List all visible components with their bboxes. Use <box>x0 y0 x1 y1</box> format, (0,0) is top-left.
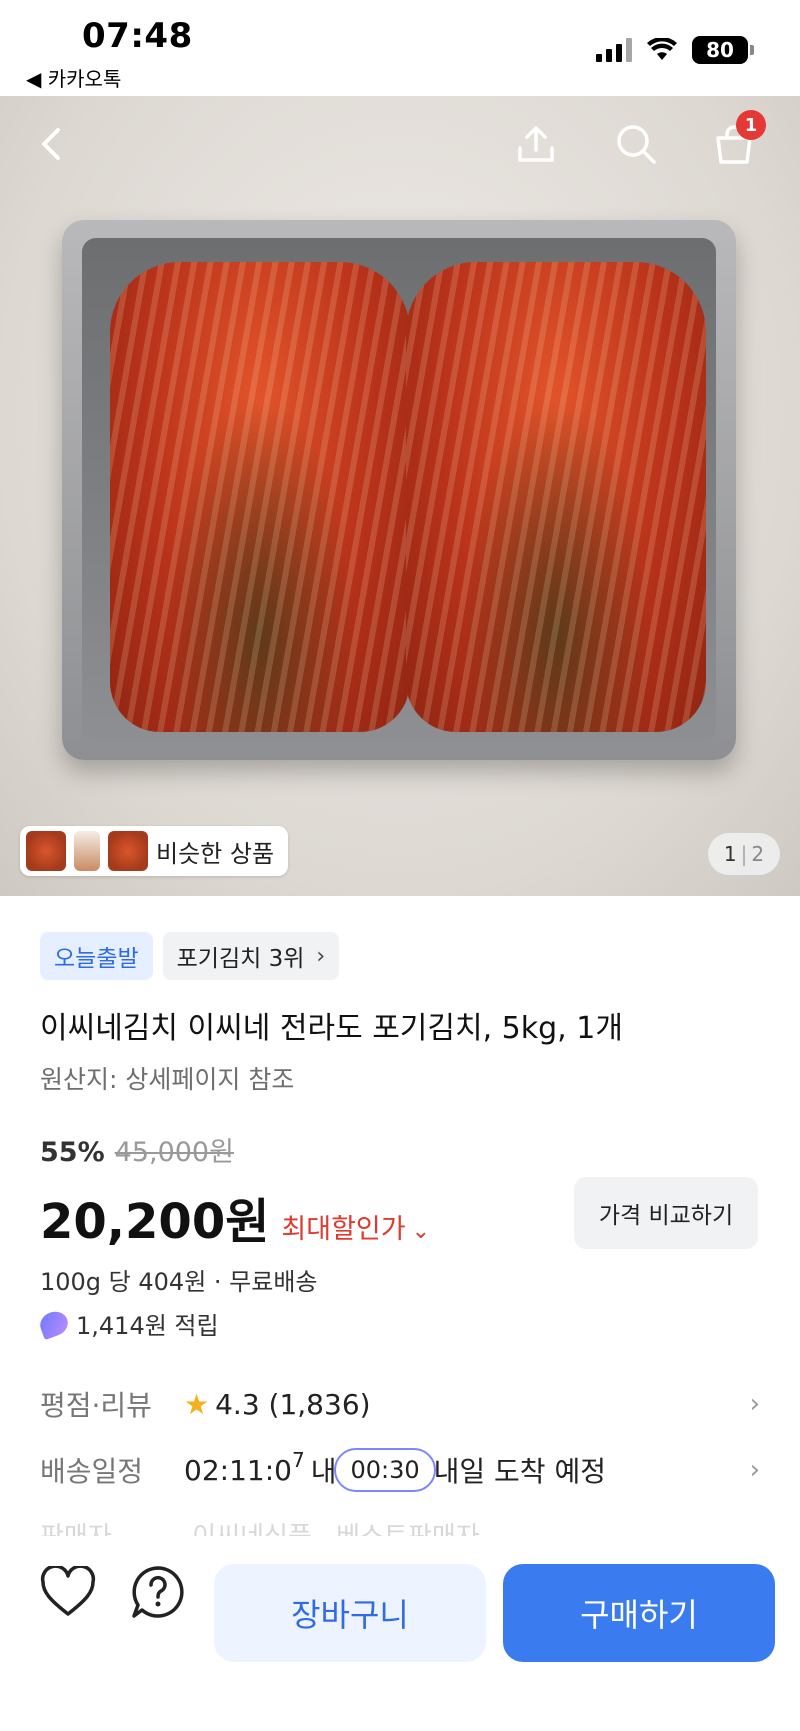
product-image <box>62 220 736 760</box>
delivery-countdown: 02:11:0 <box>184 1453 292 1487</box>
today-shipping-badge: 오늘출발 <box>40 932 153 980</box>
seller-row[interactable]: 판매자 이씨네식품 베스트판매자 <box>40 1516 760 1536</box>
points-row: 1,414원 적립 <box>36 1306 219 1341</box>
cart-button[interactable]: 1 <box>706 110 766 172</box>
pager-separator: | <box>740 842 748 866</box>
delivery-timer-pill: 00:30 <box>334 1448 436 1492</box>
bottom-action-bar: 장바구니 구매하기 <box>0 1540 800 1731</box>
chevron-right-icon: › <box>316 943 326 969</box>
max-discount-toggle[interactable]: 최대할인가 ⌄ <box>281 1207 430 1246</box>
delivery-eta: 내일 도착 예정 <box>433 1455 606 1488</box>
search-button[interactable] <box>608 116 664 172</box>
image-pager: 1 | 2 <box>708 833 780 875</box>
status-time: 07:48 <box>82 16 193 56</box>
chevron-left-icon <box>42 128 60 160</box>
buy-now-button[interactable]: 구매하기 <box>503 1564 775 1662</box>
product-badges: 오늘출발 포기김치 3위 › <box>40 932 340 980</box>
status-bar: 07:48 ◀ 카카오톡 80 <box>0 0 800 96</box>
discount-rate: 55% <box>40 1137 105 1168</box>
rating-review-row[interactable]: 평점·리뷰 ★ 4.3 (1,836) › <box>40 1384 760 1424</box>
similar-thumbnail <box>108 831 148 871</box>
share-button[interactable] <box>508 116 564 172</box>
pager-total: 2 <box>751 842 765 866</box>
share-icon <box>518 126 554 162</box>
original-price: 45,000원 <box>114 1137 234 1168</box>
discount-row: 55% 45,000원 <box>40 1130 234 1169</box>
today-shipping-label: 오늘출발 <box>54 946 139 972</box>
wishlist-button[interactable] <box>38 1562 98 1622</box>
similar-products-label: 비슷한 상품 <box>156 839 275 868</box>
back-button[interactable] <box>24 116 80 172</box>
wifi-icon <box>647 38 677 60</box>
heart-icon <box>40 1566 96 1616</box>
category-rank-label: 포기김치 3위 <box>176 946 305 972</box>
star-icon: ★ <box>184 1387 210 1421</box>
price-compare-button[interactable]: 가격 비교하기 <box>574 1177 758 1249</box>
similar-thumbnail <box>74 831 100 871</box>
points-icon <box>36 1307 72 1340</box>
cellular-signal-icon <box>596 38 632 62</box>
max-discount-label: 최대할인가 <box>281 1214 406 1245</box>
pager-current: 1 <box>723 842 737 866</box>
similar-thumbnail <box>26 831 66 871</box>
cart-count-badge: 1 <box>736 110 766 140</box>
delivery-schedule-row[interactable]: 배송일정 02:11:0 7 내 00:30 내일 도착 예정 › <box>40 1448 760 1492</box>
product-title: 이씨네김치 이씨네 전라도 포기김치, 5kg, 1개 <box>40 1011 623 1046</box>
sale-price: 20,200원 <box>40 1194 270 1250</box>
rating-value: 4.3 <box>215 1387 260 1421</box>
points-label: 1,414원 적립 <box>76 1312 219 1340</box>
delivery-countdown-digit: 7 <box>291 1448 305 1472</box>
question-bubble-icon <box>132 1566 184 1618</box>
back-to-app-link[interactable]: ◀ 카카오톡 <box>26 63 121 92</box>
seller-label: 판매자 <box>40 1516 184 1536</box>
search-icon <box>617 125 656 164</box>
product-origin: 원산지: 상세페이지 참조 <box>40 1065 295 1094</box>
seller-name: 이씨네식품 <box>192 1516 312 1536</box>
chevron-right-icon: › <box>749 1455 760 1485</box>
battery-icon: 80 <box>692 36 754 64</box>
delivery-schedule-label: 배송일정 <box>40 1455 144 1488</box>
chevron-down-icon: ⌄ <box>411 1219 431 1244</box>
similar-products-button[interactable]: 비슷한 상품 <box>20 826 289 876</box>
price-row: 20,200원 최대할인가 ⌄ <box>40 1182 430 1252</box>
delivery-within-label: 내 <box>310 1455 337 1488</box>
unit-price-shipping: 100g 당 404원 · 무료배송 <box>40 1268 318 1296</box>
product-image-gallery[interactable]: 1 비슷한 상품 1 | 2 <box>0 96 800 896</box>
status-icons: 80 <box>596 36 754 64</box>
category-rank-chip[interactable]: 포기김치 3위 › <box>162 932 340 980</box>
review-count: (1,836) <box>268 1387 371 1421</box>
rating-review-label: 평점·리뷰 <box>40 1389 152 1422</box>
seller-badge: 베스트판매자 <box>336 1516 480 1536</box>
add-to-cart-button[interactable]: 장바구니 <box>214 1564 486 1662</box>
chevron-right-icon: › <box>749 1389 760 1419</box>
inquiry-button[interactable] <box>128 1562 188 1622</box>
